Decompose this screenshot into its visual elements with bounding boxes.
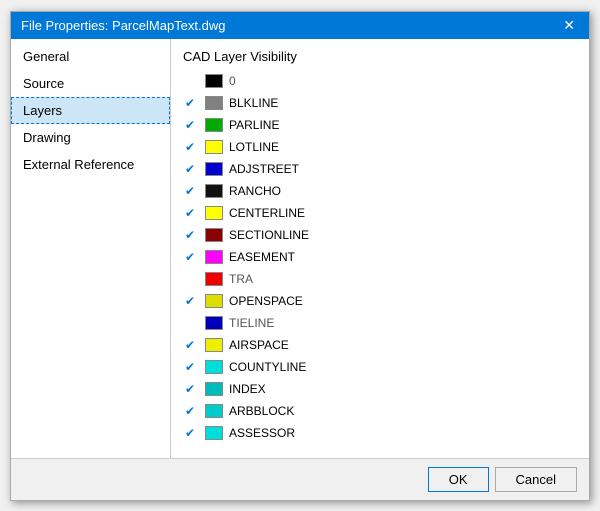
check-icon: ✔	[185, 404, 205, 418]
color-swatch	[205, 184, 223, 198]
layer-row[interactable]: ✔ INDEX	[183, 378, 577, 400]
layer-row[interactable]: ✔ EASEMENT	[183, 246, 577, 268]
layer-name: TRA	[229, 272, 253, 286]
color-swatch	[205, 294, 223, 308]
layer-row[interactable]: ✔ PARLINE	[183, 114, 577, 136]
check-icon: ✔	[185, 118, 205, 132]
layer-name: BLKLINE	[229, 96, 278, 110]
dialog-body: GeneralSourceLayersDrawingExternal Refer…	[11, 39, 589, 458]
layer-row[interactable]: ✔ CENTERLINE	[183, 202, 577, 224]
layer-row[interactable]: ✔ COUNTYLINE	[183, 356, 577, 378]
dialog-title: File Properties: ParcelMapText.dwg	[21, 18, 225, 33]
layer-name: EASEMENT	[229, 250, 295, 264]
color-swatch	[205, 404, 223, 418]
check-icon: ✔	[185, 162, 205, 176]
dialog-footer: OK Cancel	[11, 458, 589, 500]
layer-name: INDEX	[229, 382, 266, 396]
color-swatch	[205, 360, 223, 374]
color-swatch	[205, 162, 223, 176]
layer-row[interactable]: ✔ RANCHO	[183, 180, 577, 202]
layer-row[interactable]: ✔ ARBBLOCK	[183, 400, 577, 422]
color-swatch	[205, 316, 223, 330]
layer-name: 0	[229, 74, 236, 88]
sidebar-item-general[interactable]: General	[11, 43, 170, 70]
check-icon: ✔	[185, 294, 205, 308]
section-title: CAD Layer Visibility	[183, 49, 577, 64]
layer-row[interactable]: ✔ LOTLINE	[183, 136, 577, 158]
layer-name: RANCHO	[229, 184, 281, 198]
color-swatch	[205, 382, 223, 396]
sidebar-item-drawing[interactable]: Drawing	[11, 124, 170, 151]
layer-name: TIELINE	[229, 316, 274, 330]
layer-row[interactable]: ✔ OPENSPACE	[183, 290, 577, 312]
layer-row[interactable]: NODE	[183, 444, 577, 448]
layer-name: CENTERLINE	[229, 206, 305, 220]
check-icon: ✔	[185, 206, 205, 220]
layer-name: AIRSPACE	[229, 338, 289, 352]
layer-row[interactable]: ✔ AIRSPACE	[183, 334, 577, 356]
check-icon: ✔	[185, 250, 205, 264]
color-swatch	[205, 272, 223, 286]
layer-row[interactable]: ✔ ASSESSOR	[183, 422, 577, 444]
ok-button[interactable]: OK	[428, 467, 489, 492]
layer-name: LOTLINE	[229, 140, 279, 154]
layer-row[interactable]: 0	[183, 70, 577, 92]
sidebar: GeneralSourceLayersDrawingExternal Refer…	[11, 39, 171, 458]
title-bar: File Properties: ParcelMapText.dwg ✕	[11, 12, 589, 39]
check-icon: ✔	[185, 382, 205, 396]
color-swatch	[205, 74, 223, 88]
layer-row[interactable]: ✔ ADJSTREET	[183, 158, 577, 180]
layer-name: PARLINE	[229, 118, 279, 132]
layer-row[interactable]: ✔ BLKLINE	[183, 92, 577, 114]
color-swatch	[205, 206, 223, 220]
file-properties-dialog: File Properties: ParcelMapText.dwg ✕ Gen…	[10, 11, 590, 501]
color-swatch	[205, 228, 223, 242]
layer-name: OPENSPACE	[229, 294, 303, 308]
check-icon: ✔	[185, 228, 205, 242]
check-icon: ✔	[185, 140, 205, 154]
sidebar-item-external-reference[interactable]: External Reference	[11, 151, 170, 178]
layer-name: COUNTYLINE	[229, 360, 306, 374]
color-swatch	[205, 118, 223, 132]
cancel-button[interactable]: Cancel	[495, 467, 577, 492]
color-swatch	[205, 250, 223, 264]
close-button[interactable]: ✕	[559, 18, 579, 32]
check-icon: ✔	[185, 338, 205, 352]
layer-name: ADJSTREET	[229, 162, 299, 176]
check-icon: ✔	[185, 360, 205, 374]
check-icon: ✔	[185, 96, 205, 110]
color-swatch	[205, 140, 223, 154]
check-icon: ✔	[185, 426, 205, 440]
layer-name: SECTIONLINE	[229, 228, 309, 242]
layer-row[interactable]: TRA	[183, 268, 577, 290]
layer-name: ASSESSOR	[229, 426, 295, 440]
main-content: CAD Layer Visibility 0 ✔ BLKLINE ✔ PARLINE ✔ L…	[171, 39, 589, 458]
layer-row[interactable]: TIELINE	[183, 312, 577, 334]
sidebar-item-layers[interactable]: Layers	[11, 97, 170, 124]
color-swatch	[205, 426, 223, 440]
color-swatch	[205, 338, 223, 352]
color-swatch	[205, 96, 223, 110]
layer-row[interactable]: ✔ SECTIONLINE	[183, 224, 577, 246]
sidebar-item-source[interactable]: Source	[11, 70, 170, 97]
layer-name: ARBBLOCK	[229, 404, 294, 418]
layers-list[interactable]: 0 ✔ BLKLINE ✔ PARLINE ✔ LOTLINE ✔ ADJSTREET ✔ RANC…	[183, 70, 577, 448]
check-icon: ✔	[185, 184, 205, 198]
